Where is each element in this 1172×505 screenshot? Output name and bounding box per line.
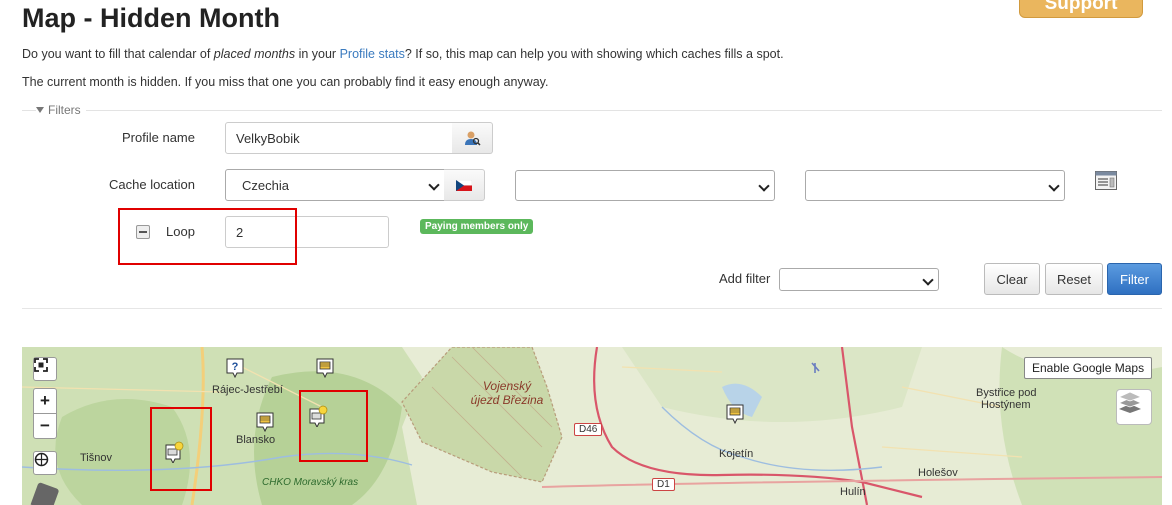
profile-name-input[interactable]: VelkyBobik [225, 122, 453, 154]
mystery-cache-icon: ? [226, 358, 244, 379]
road-shield: D1 [652, 478, 675, 491]
filters-bottom-divider [22, 308, 1162, 309]
add-filter-select[interactable] [779, 268, 939, 291]
country-select-value: Czechia [242, 177, 289, 193]
cache-marker[interactable] [315, 357, 335, 379]
enable-google-maps-button[interactable]: Enable Google Maps [1024, 357, 1153, 379]
filters-divider [22, 110, 1162, 111]
place-label: Hulín [840, 486, 866, 498]
minus-checkbox-icon [139, 231, 147, 233]
list-view-icon [1095, 171, 1117, 190]
cache-icon [726, 404, 744, 425]
found-cache-icon [165, 441, 184, 463]
cache-marker[interactable] [725, 403, 745, 425]
reset-button[interactable]: Reset [1045, 263, 1103, 295]
chevron-down-icon [922, 273, 934, 286]
zoom-in-button[interactable]: + [33, 388, 57, 414]
add-filter-label: Add filter [719, 271, 771, 286]
layers-button[interactable] [1116, 389, 1152, 425]
cache-icon [256, 412, 274, 433]
found-cache-icon [309, 405, 328, 427]
place-label: Tišnov [80, 452, 112, 464]
support-button[interactable]: Support [1019, 0, 1143, 18]
svg-text:?: ? [232, 361, 239, 373]
chevron-down-icon [1048, 179, 1060, 192]
intro-text: Do you want to fill that calendar of pla… [22, 47, 784, 61]
region-label: Vojenský újezd Březina [452, 379, 562, 407]
chevron-down-icon [758, 179, 770, 192]
intro-emphasis: placed months [213, 47, 296, 61]
user-search-button[interactable] [452, 122, 493, 154]
loop-label: Loop [166, 224, 195, 239]
czech-flag-icon [456, 179, 472, 191]
map-area[interactable]: + − Enable Google Maps Rájec-Jestřebí Bl… [22, 347, 1162, 505]
filter-button[interactable]: Filter [1107, 263, 1162, 295]
place-label: Rájec-Jestřebí [212, 384, 283, 396]
collapse-triangle-icon [36, 107, 44, 113]
region-label-line: Vojenský [482, 379, 532, 393]
place-label: CHKO Moravský kras [262, 477, 359, 488]
paying-members-badge: Paying members only [420, 219, 534, 234]
clear-button[interactable]: Clear [984, 263, 1040, 295]
user-search-icon [465, 131, 481, 146]
district-select[interactable] [805, 170, 1065, 201]
locate-icon [34, 452, 49, 467]
loop-remove-checkbox[interactable] [136, 225, 150, 239]
road-shield: D46 [574, 423, 603, 436]
intro-text-part: Do you want to fill that calendar of [22, 47, 214, 61]
cache-marker-mystery[interactable]: ? [225, 357, 245, 379]
cache-marker-found[interactable] [164, 441, 184, 463]
fullscreen-icon [34, 358, 48, 372]
place-label-line: Hostýnem [981, 399, 1031, 411]
region-select[interactable] [515, 170, 775, 201]
flag-button[interactable] [444, 169, 485, 201]
place-label: Kojetín [719, 448, 754, 460]
page-title: Map - Hidden Month [22, 3, 280, 33]
filters-toggle[interactable]: Filters [36, 103, 86, 117]
chevron-down-icon [428, 179, 440, 191]
list-view-button[interactable] [1095, 171, 1117, 195]
cache-marker-found[interactable] [308, 405, 328, 427]
country-select[interactable]: Czechia [225, 169, 445, 201]
cache-location-label: Cache location [109, 177, 195, 192]
cache-marker[interactable] [255, 411, 275, 433]
place-label: Holešov [918, 467, 958, 479]
intro-text-hidden-month: The current month is hidden. If you miss… [22, 75, 549, 89]
layers-icon [1117, 391, 1143, 413]
locate-button[interactable] [33, 451, 57, 475]
filters-legend-label: Filters [48, 103, 81, 117]
intro-text-part: in your [295, 47, 340, 61]
loop-input[interactable]: 2 [225, 216, 389, 248]
fullscreen-button[interactable] [33, 357, 57, 381]
intro-text-part: ? If so, this map can help you with show… [404, 47, 784, 61]
profile-name-label: Profile name [122, 130, 195, 145]
cache-icon [316, 358, 334, 379]
place-label-line: Bystřice pod [976, 387, 1037, 399]
place-label: Bystřice pod Hostýnem [976, 387, 1037, 411]
zoom-out-button[interactable]: − [33, 413, 57, 439]
place-label: Blansko [236, 434, 276, 446]
profile-stats-link[interactable]: Profile stats [340, 47, 405, 61]
region-label-line: újezd Březina [470, 393, 544, 407]
